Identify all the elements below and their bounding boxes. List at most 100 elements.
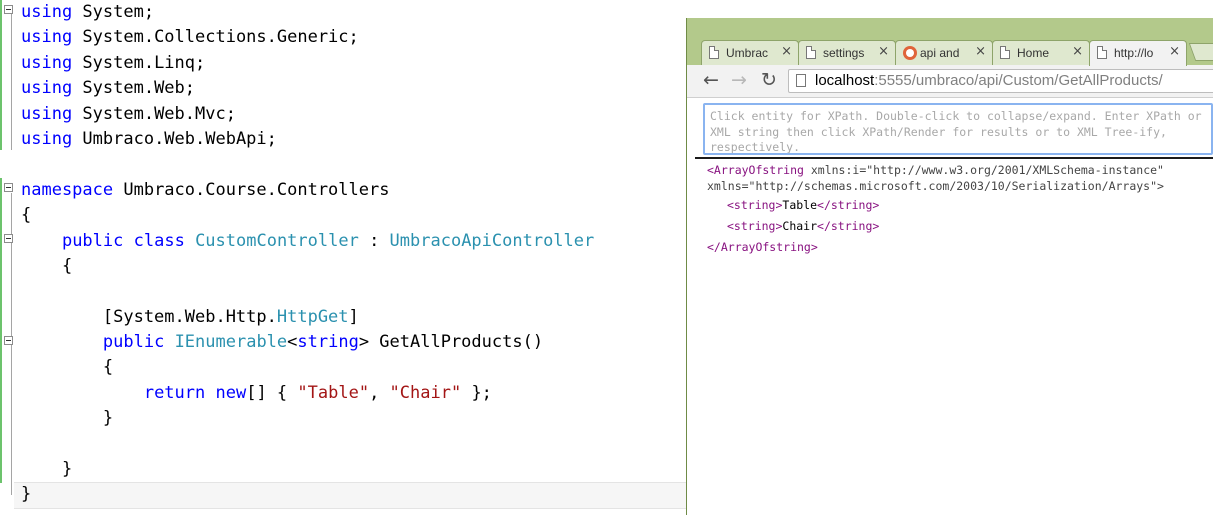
xml-element[interactable]: <string>Table</string> (727, 198, 879, 212)
xml-element[interactable]: <string>Chair</string> (727, 219, 879, 233)
close-icon[interactable]: × (781, 44, 792, 59)
code-line[interactable]: { (21, 254, 594, 279)
code-line[interactable]: } (21, 482, 594, 507)
code-text: { (21, 205, 32, 226)
collapse-icon[interactable] (4, 234, 13, 243)
code-text: } (21, 484, 32, 505)
code-line[interactable]: using System.Web; (21, 76, 594, 101)
code-line[interactable] (21, 152, 594, 177)
code-text: ] (348, 306, 359, 327)
page-icon (796, 74, 806, 87)
code-text: { (21, 357, 114, 378)
code-text: System.Web; (72, 78, 196, 99)
source-code[interactable]: using System; using System.Collections.Ge… (21, 0, 594, 508)
tab-label: api and (920, 46, 960, 60)
code-line[interactable]: return new[] { "Table", "Chair" }; (21, 381, 594, 406)
keyword: public (61, 230, 124, 251)
change-marker (0, 178, 2, 483)
code-text: System.Web.Mvc; (72, 103, 236, 124)
tab-api[interactable]: api and × (895, 40, 993, 65)
code-line[interactable]: using System.Linq; (21, 51, 594, 76)
forward-arrow-icon[interactable]: → (728, 69, 750, 91)
keyword: new (215, 382, 247, 403)
collapse-icon[interactable] (4, 336, 13, 345)
code-line[interactable]: using Umbraco.Web.WebApi; (21, 127, 594, 152)
string-literal: "Table" (297, 382, 370, 403)
page-icon (1097, 46, 1107, 59)
code-text: } (21, 408, 114, 429)
back-arrow-icon[interactable]: ← (700, 69, 722, 91)
type-name: UmbracoApiController (389, 230, 595, 251)
url-text: localhost:5555/umbraco/api/Custom/GetAll… (815, 70, 1163, 92)
close-icon[interactable]: × (975, 44, 986, 59)
close-icon[interactable]: × (1169, 44, 1180, 59)
code-text: { (21, 255, 73, 276)
code-line[interactable]: using System; (21, 0, 594, 25)
change-marker (0, 0, 2, 150)
code-line[interactable]: { (21, 355, 594, 380)
tab-localhost[interactable]: http://lo × (1089, 40, 1187, 66)
collapse-icon[interactable] (4, 183, 13, 192)
code-text: }; (461, 382, 492, 403)
code-text: System.Collections.Generic; (72, 27, 359, 48)
tab-home[interactable]: Home × (992, 40, 1090, 65)
code-line[interactable] (21, 432, 594, 457)
type-name: IEnumerable (174, 332, 288, 353)
code-line[interactable]: [System.Web.Http.HttpGet] (21, 305, 594, 330)
code-line[interactable]: public class CustomController : UmbracoA… (21, 229, 594, 254)
duckduckgo-icon (903, 46, 917, 60)
code-line[interactable]: using System.Collections.Generic; (21, 25, 594, 50)
xml-root-open[interactable]: <ArrayOfstring xmlns:i="http://www.w3.or… (707, 163, 1164, 177)
code-line[interactable]: } (21, 457, 594, 482)
tab-label: Umbrac (726, 46, 769, 60)
url-path: :5555/umbraco/api/Custom/GetAllProducts/ (874, 72, 1163, 89)
address-bar[interactable]: localhost:5555/umbraco/api/Custom/GetAll… (788, 69, 1213, 93)
keyword: string (297, 332, 359, 353)
close-icon[interactable]: × (1072, 44, 1083, 59)
code-line[interactable]: namespace Umbraco.Course.Controllers (21, 178, 594, 203)
code-line[interactable]: } (21, 406, 594, 431)
tab-strip: Umbrac × settings × api and × Home × htt… (687, 18, 1213, 66)
divider (695, 157, 1213, 159)
type-name: CustomController (195, 230, 359, 251)
code-editor[interactable]: using System; using System.Collections.Ge… (0, 0, 686, 515)
code-text: Umbraco.Course.Controllers (113, 179, 390, 200)
code-line[interactable]: { (21, 203, 594, 228)
keyword: public (102, 332, 165, 353)
reload-icon[interactable]: ↻ (758, 69, 780, 91)
browser-toolbar: ← → ↻ localhost:5555/umbraco/api/Custom/… (687, 65, 1213, 98)
close-icon[interactable]: × (878, 44, 889, 59)
keyword: using (21, 103, 73, 124)
page-icon (1000, 46, 1010, 59)
tab-umbraco[interactable]: Umbrac × (701, 40, 799, 65)
code-line[interactable] (21, 279, 594, 304)
code-text: System; (72, 2, 155, 22)
new-tab-button[interactable] (1188, 43, 1213, 61)
keyword: return (143, 382, 206, 403)
code-line[interactable]: public IEnumerable<string> GetAllProduct… (21, 330, 594, 355)
xml-tree[interactable]: <ArrayOfstring xmlns:i="http://www.w3.or… (707, 160, 1213, 258)
browser-window: Umbrac × settings × api and × Home × htt… (686, 18, 1213, 515)
tab-settings[interactable]: settings × (798, 40, 896, 65)
page-icon (709, 46, 719, 59)
keyword: class (133, 230, 185, 251)
collapse-icon[interactable] (4, 5, 13, 14)
outline-guide (11, 14, 12, 150)
tab-label: settings (823, 46, 865, 60)
code-text: < (287, 332, 298, 353)
keyword: using (21, 128, 73, 149)
code-text: Umbraco.Web.WebApi; (72, 128, 277, 149)
keyword: using (21, 27, 73, 48)
code-text: } (21, 459, 73, 480)
code-text: [System.Web.Http. (21, 306, 277, 327)
code-line[interactable]: using System.Web.Mvc; (21, 102, 594, 127)
xml-root-close[interactable]: </ArrayOfstring> (707, 240, 818, 254)
xpath-input[interactable]: Click entity for XPath. Double-click to … (703, 103, 1213, 155)
